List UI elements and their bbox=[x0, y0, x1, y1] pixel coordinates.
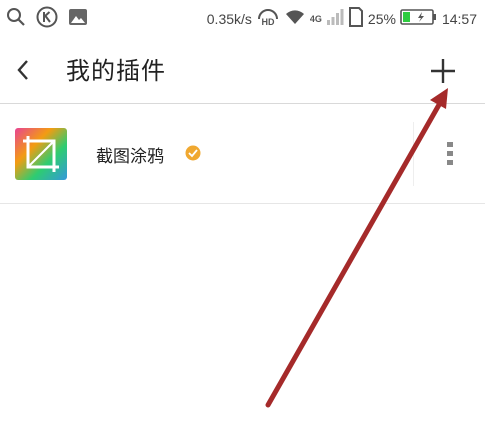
network-speed: 0.35k/s bbox=[206, 11, 252, 27]
battery-percent: 25% bbox=[367, 11, 396, 27]
add-plugin-button[interactable] bbox=[428, 56, 458, 86]
status-bar-left bbox=[6, 6, 88, 32]
header: 我的插件 bbox=[0, 38, 485, 102]
verified-badge-icon bbox=[184, 144, 202, 162]
status-bar-right: 0.35k/s HD 4G 25% 14:57 bbox=[206, 7, 477, 31]
status-bar: 0.35k/s HD 4G 25% 14:57 bbox=[0, 0, 485, 38]
headset-hd-icon: HD bbox=[256, 7, 280, 31]
list-divider bbox=[0, 203, 485, 204]
clock: 14:57 bbox=[441, 11, 477, 27]
plugin-list-item[interactable]: 截图涂鸦 bbox=[0, 104, 485, 204]
row-separator bbox=[413, 122, 414, 186]
crop-icon bbox=[15, 128, 67, 180]
wifi-icon bbox=[284, 8, 306, 30]
k-circle-icon bbox=[36, 6, 58, 32]
more-options-button[interactable] bbox=[440, 138, 460, 170]
hd-label: HD bbox=[261, 17, 274, 27]
more-vertical-icon bbox=[447, 142, 453, 165]
plugin-name: 截图涂鸦 bbox=[96, 147, 164, 167]
sim-icon bbox=[348, 7, 364, 31]
plus-icon bbox=[431, 59, 455, 83]
network-type-label: 4G bbox=[309, 14, 322, 24]
signal-icon bbox=[326, 8, 344, 30]
battery-icon bbox=[400, 8, 438, 30]
back-button[interactable] bbox=[12, 58, 36, 82]
chevron-left-icon bbox=[17, 60, 28, 80]
page-title: 我的插件 bbox=[66, 57, 166, 85]
search-icon bbox=[6, 7, 26, 31]
image-icon bbox=[68, 8, 88, 30]
